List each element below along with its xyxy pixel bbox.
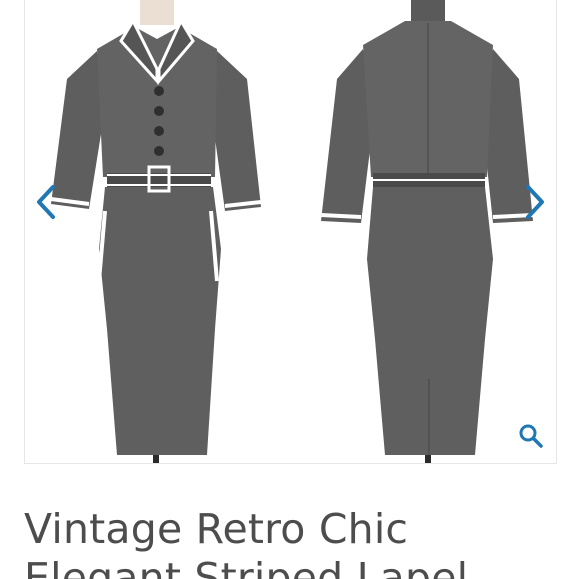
product-image[interactable]: [25, 0, 556, 463]
dress-front-view: [50, 0, 262, 463]
chevron-right-icon: [526, 185, 544, 219]
chevron-left-icon: [37, 185, 55, 219]
zoom-button[interactable]: [518, 423, 544, 449]
magnifier-icon: [519, 424, 543, 448]
previous-image-button[interactable]: [31, 182, 61, 222]
dress-back-view: [320, 0, 534, 463]
product-title: Vintage Retro Chic Elegant Striped Lapel: [24, 505, 469, 579]
product-page: Vintage Retro Chic Elegant Striped Lapel: [0, 0, 580, 579]
next-image-button[interactable]: [520, 182, 550, 222]
product-image-gallery[interactable]: [24, 0, 557, 464]
